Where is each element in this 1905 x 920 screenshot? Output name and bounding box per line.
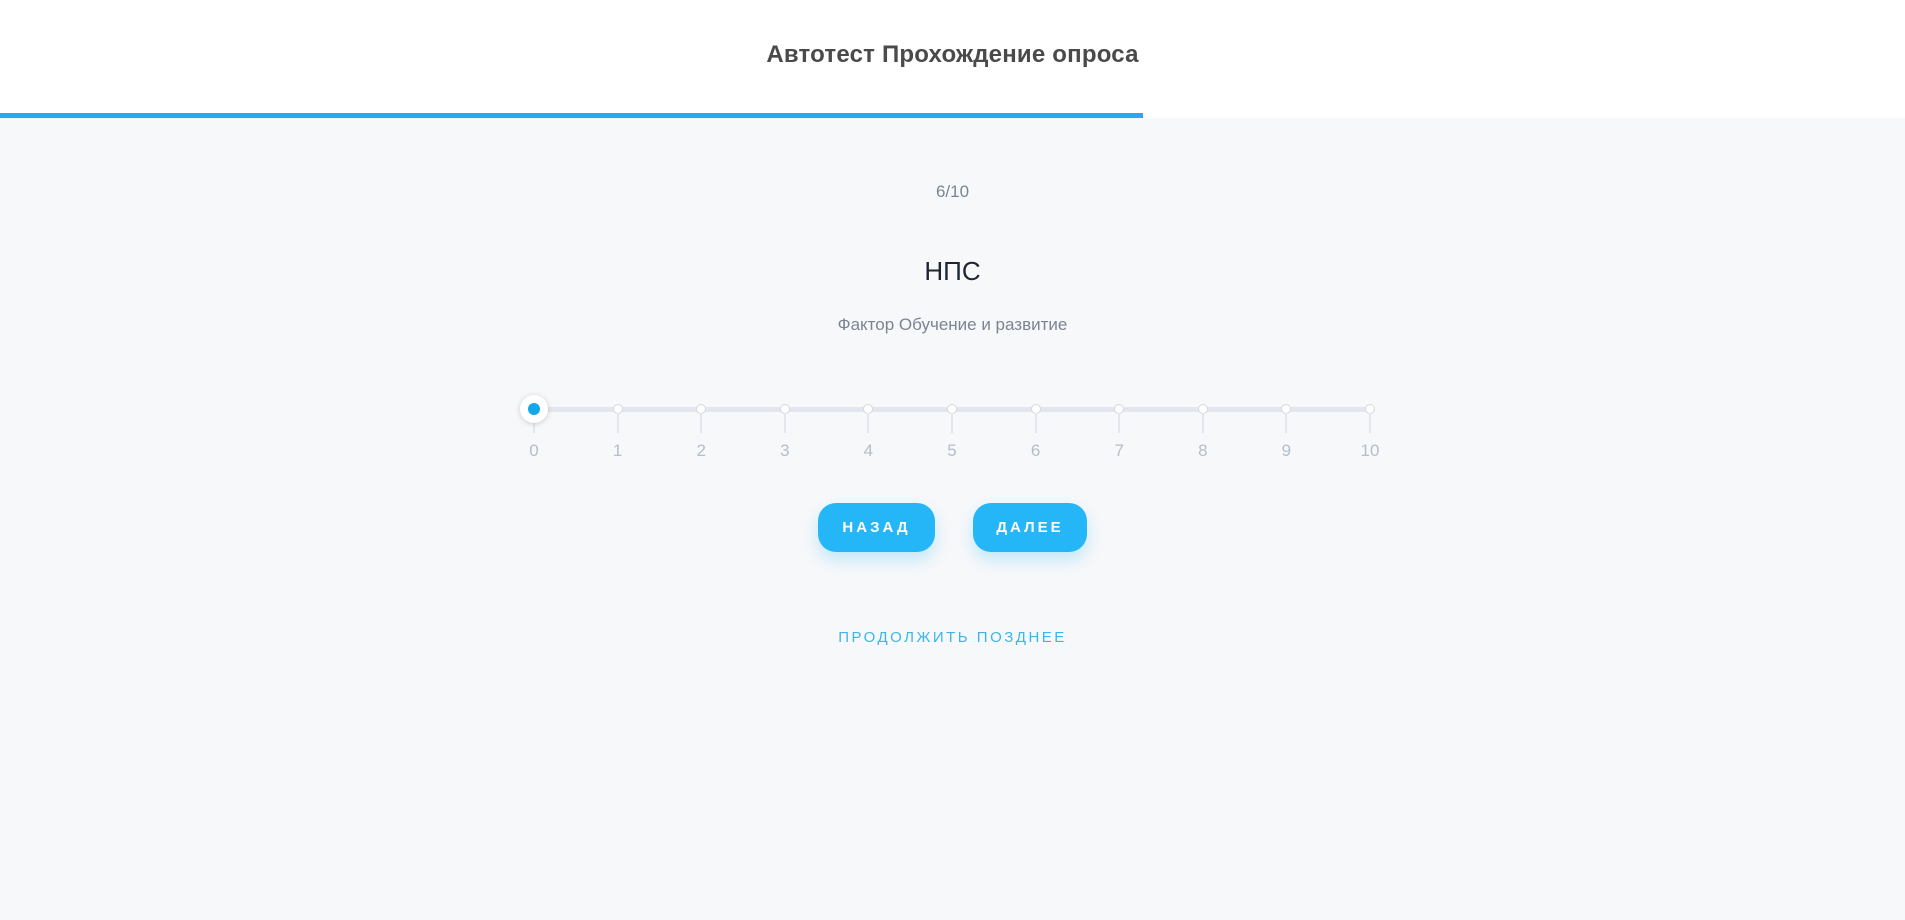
slider-tick-label: 5 [947,441,957,460]
slider-tick[interactable]: 8 [1173,395,1233,475]
slider-tick-label: 6 [1030,441,1041,460]
slider-tick[interactable]: 6 [1006,395,1066,475]
question-counter: 6/10 [935,182,970,201]
survey-progress-fill [0,113,1143,118]
slider-tick-label: 0 [529,441,539,460]
slider-tick-label: 1 [612,441,623,460]
slider-tick-label: 3 [780,441,790,460]
slider-tick-label: 2 [696,441,706,460]
slider-tick-line [867,413,870,433]
slider-tick-line [1034,413,1037,433]
slider-tick-line [783,413,786,433]
survey-title: Автотест Прохождение опроса [766,41,1139,68]
slider-tick-line [951,413,953,433]
slider-tick-label: 8 [1198,441,1208,460]
continue-later-label[interactable]: ПРОДОЛЖИТЬ ПОЗДНЕЕ [838,629,1067,646]
next-button[interactable]: ДАЛЕЕ [973,503,1087,552]
continue-later-link[interactable]: ПРОДОЛЖИТЬ ПОЗДНЕЕ [0,629,1905,646]
question-subtitle: Фактор Обучение и развитие [837,315,1068,334]
survey-header: Автотест Прохождение опроса [0,0,1905,117]
slider-tick[interactable]: 4 [838,395,898,475]
slider-tick[interactable]: 3 [755,395,815,475]
slider-tick-label: 9 [1281,441,1292,460]
slider-tick-label: 4 [863,441,874,460]
slider-tick[interactable]: 5 [922,395,982,475]
slider-tick-line [1118,413,1121,433]
slider-tick-line [700,413,703,433]
slider-tick-line [1201,413,1204,433]
slider-tick-label: 7 [1114,441,1124,460]
slider-tick-line [1369,413,1371,433]
slider-tick[interactable]: 1 [588,395,648,475]
slider-handle[interactable] [520,395,548,423]
slider-tick-line [1285,413,1288,433]
slider-tick-line [616,413,619,433]
slider-tick[interactable]: 9 [1256,395,1316,475]
slider-tick[interactable]: 2 [671,395,731,475]
slider-tick-label: 10 [1360,441,1380,460]
slider-handle-dot [528,403,540,415]
slider-tick[interactable]: 10 [1340,395,1400,475]
slider-tick[interactable]: 7 [1089,395,1149,475]
question-title: НПС [924,256,981,286]
survey-progress-bar [0,113,1905,118]
nps-slider[interactable]: 0 1 2 3 4 5 6 7 8 9 10 [520,395,1379,475]
back-button[interactable]: НАЗАД [818,503,935,552]
